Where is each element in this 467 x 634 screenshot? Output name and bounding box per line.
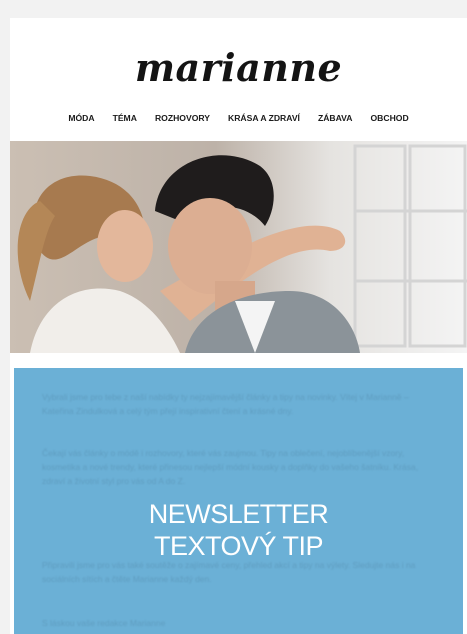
hero-image[interactable]: [10, 141, 467, 353]
newsletter-title-line1: NEWSLETTER: [148, 499, 329, 529]
site-logo[interactable]: marianne: [10, 45, 467, 90]
nav-item-rozhovory[interactable]: ROZHOVORY: [155, 113, 210, 123]
newsletter-title-line2: TEXTOVÝ TIP: [153, 531, 324, 561]
newsletter-title: NEWSLETTER TEXTOVÝ TIP: [14, 498, 463, 562]
newsletter-preview: marianne MÓDA TÉMA ROZHOVORY KRÁSA A ZDR…: [10, 18, 467, 634]
nav-item-zabava[interactable]: ZÁBAVA: [318, 113, 353, 123]
couple-photo-icon: [10, 141, 467, 353]
newsletter-banner[interactable]: Vybrali jsme pro tebe z naší nabídky ty …: [14, 368, 463, 634]
newsletter-paragraph: Vybrali jsme pro tebe z naší nabídky ty …: [42, 392, 409, 416]
nav-item-moda[interactable]: MÓDA: [68, 113, 94, 123]
newsletter-paragraph: Čekají vás články o módě i rozhovory, kt…: [42, 448, 418, 486]
nav-item-obchod[interactable]: OBCHOD: [370, 113, 408, 123]
main-nav: MÓDA TÉMA ROZHOVORY KRÁSA A ZDRAVÍ ZÁBAV…: [10, 113, 467, 123]
newsletter-paragraph: Připravili jsme pro vás také soutěže o z…: [42, 560, 416, 584]
newsletter-footer-text: S láskou vaše redakce Marianne: [42, 618, 166, 628]
nav-item-tema[interactable]: TÉMA: [113, 113, 137, 123]
nav-item-krasa-a-zdravi[interactable]: KRÁSA A ZDRAVÍ: [228, 113, 300, 123]
